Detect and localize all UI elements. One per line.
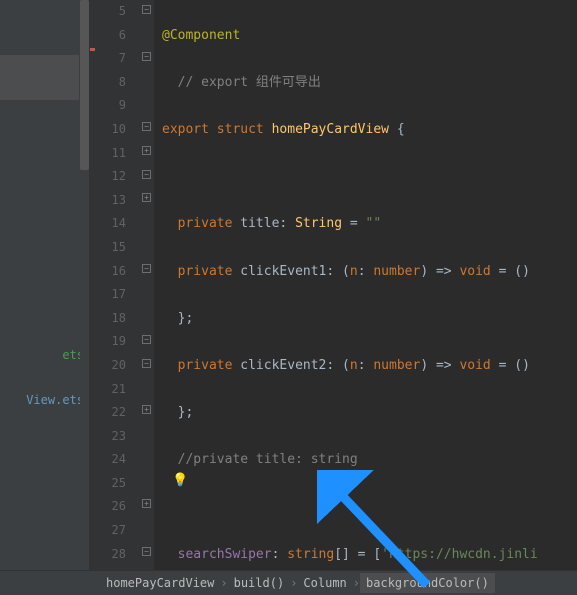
breadcrumb-item[interactable]: homePayCardView bbox=[100, 576, 220, 590]
arrow: ) => bbox=[420, 358, 459, 373]
identifier: title: bbox=[232, 216, 295, 231]
type: void bbox=[459, 358, 490, 373]
line-number[interactable]: 25 bbox=[90, 472, 126, 496]
breadcrumb-bar: homePayCardView › build() › Column › bac… bbox=[0, 570, 577, 595]
line-number[interactable]: 18 bbox=[90, 307, 126, 331]
type: homePayCardView bbox=[272, 122, 389, 137]
line-number[interactable]: 12 bbox=[90, 165, 126, 189]
comment: // export 组件可导出 bbox=[178, 75, 321, 90]
type: void bbox=[459, 264, 490, 279]
line-number[interactable]: 7 bbox=[90, 47, 126, 71]
line-gutter[interactable]: 5 6 7 8 9 10 11 12 13 14 15 16 17 18 19 … bbox=[90, 0, 140, 570]
chevron-right-icon: › bbox=[353, 576, 360, 590]
type: number bbox=[373, 358, 420, 373]
line-number[interactable]: 13 bbox=[90, 189, 126, 213]
line-number[interactable]: 26 bbox=[90, 495, 126, 519]
line-number[interactable]: 21 bbox=[90, 378, 126, 402]
line-number[interactable]: 19 bbox=[90, 330, 126, 354]
intention-bulb-icon[interactable]: 💡 bbox=[172, 473, 188, 488]
keyword: private bbox=[178, 264, 233, 279]
colon: : bbox=[272, 547, 288, 562]
brace: }; bbox=[178, 405, 194, 420]
code-editor[interactable]: @Component // export 组件可导出 export struct… bbox=[154, 0, 577, 570]
colon: : bbox=[358, 358, 374, 373]
type: string bbox=[287, 547, 334, 562]
fold-marker-icon[interactable]: + bbox=[142, 193, 151, 202]
line-number[interactable]: 15 bbox=[90, 236, 126, 260]
fold-marker-icon[interactable]: − bbox=[142, 547, 151, 556]
fold-marker-icon[interactable]: − bbox=[142, 359, 151, 368]
sidebar-scroll-thumb[interactable] bbox=[80, 0, 89, 170]
keyword: export bbox=[162, 122, 209, 137]
line-number[interactable]: 16 bbox=[90, 260, 126, 284]
keyword: private bbox=[178, 358, 233, 373]
line-number[interactable]: 24 bbox=[90, 448, 126, 472]
fold-marker-icon[interactable]: + bbox=[142, 499, 151, 508]
chevron-right-icon: › bbox=[220, 576, 227, 590]
fold-marker-icon[interactable]: − bbox=[142, 170, 151, 179]
brace: }; bbox=[178, 311, 194, 326]
line-number[interactable]: 9 bbox=[90, 94, 126, 118]
fold-marker-icon[interactable]: − bbox=[142, 52, 151, 61]
line-number[interactable]: 8 bbox=[90, 71, 126, 95]
line-number[interactable]: 17 bbox=[90, 283, 126, 307]
fold-marker-icon[interactable]: + bbox=[142, 146, 151, 155]
line-number[interactable]: 10 bbox=[90, 118, 126, 142]
line-number[interactable]: 5 bbox=[90, 0, 126, 24]
brace: { bbox=[389, 122, 405, 137]
breadcrumb-item[interactable]: build() bbox=[228, 576, 291, 590]
keyword: struct bbox=[217, 122, 264, 137]
colon: : bbox=[358, 264, 374, 279]
annotation: @Component bbox=[162, 28, 240, 43]
param: n bbox=[350, 358, 358, 373]
breadcrumb-item-active[interactable]: backgroundColor() bbox=[360, 573, 495, 593]
identifier: clickEvent1: ( bbox=[232, 264, 349, 279]
line-number[interactable]: 28 bbox=[90, 543, 126, 567]
breadcrumb-item[interactable]: Column bbox=[297, 576, 352, 590]
fold-marker-icon[interactable]: − bbox=[142, 264, 151, 273]
sidebar-selection bbox=[0, 55, 79, 100]
project-sidebar: ets View.ets bbox=[0, 0, 90, 570]
fold-marker-icon[interactable]: + bbox=[142, 405, 151, 414]
bracket: [] = [ bbox=[334, 547, 381, 562]
editor-area: ets View.ets 5 6 7 8 9 10 11 12 13 14 15… bbox=[0, 0, 577, 570]
type: number bbox=[373, 264, 420, 279]
fold-marker-icon[interactable]: − bbox=[142, 122, 151, 131]
chevron-right-icon: › bbox=[290, 576, 297, 590]
sidebar-item-view[interactable]: View.ets bbox=[26, 393, 84, 407]
line-number[interactable]: 20 bbox=[90, 354, 126, 378]
fold-gutter[interactable]: − − − + − + − − − + + − bbox=[140, 0, 154, 570]
param: n bbox=[350, 264, 358, 279]
modified-marker bbox=[90, 48, 95, 51]
sidebar-scrollbar[interactable] bbox=[80, 0, 89, 570]
identifier: clickEvent2: ( bbox=[232, 358, 349, 373]
string: 'https://hwcdn.jinli bbox=[381, 547, 538, 562]
comment: //private title: string bbox=[178, 452, 358, 467]
type: String bbox=[295, 216, 342, 231]
line-number[interactable]: 23 bbox=[90, 425, 126, 449]
line-number[interactable]: 11 bbox=[90, 142, 126, 166]
line-number[interactable]: 22 bbox=[90, 401, 126, 425]
keyword: private bbox=[178, 216, 233, 231]
line-number[interactable]: 14 bbox=[90, 212, 126, 236]
op: = bbox=[342, 216, 365, 231]
line-number[interactable]: 6 bbox=[90, 24, 126, 48]
string: "" bbox=[366, 216, 382, 231]
fold-marker-icon[interactable]: − bbox=[142, 5, 151, 14]
line-number[interactable]: 27 bbox=[90, 519, 126, 543]
identifier: searchSwiper bbox=[178, 547, 272, 562]
arrow: ) => bbox=[420, 264, 459, 279]
fold-marker-icon[interactable]: − bbox=[142, 335, 151, 344]
tail: = () bbox=[491, 264, 530, 279]
tail: = () bbox=[491, 358, 530, 373]
